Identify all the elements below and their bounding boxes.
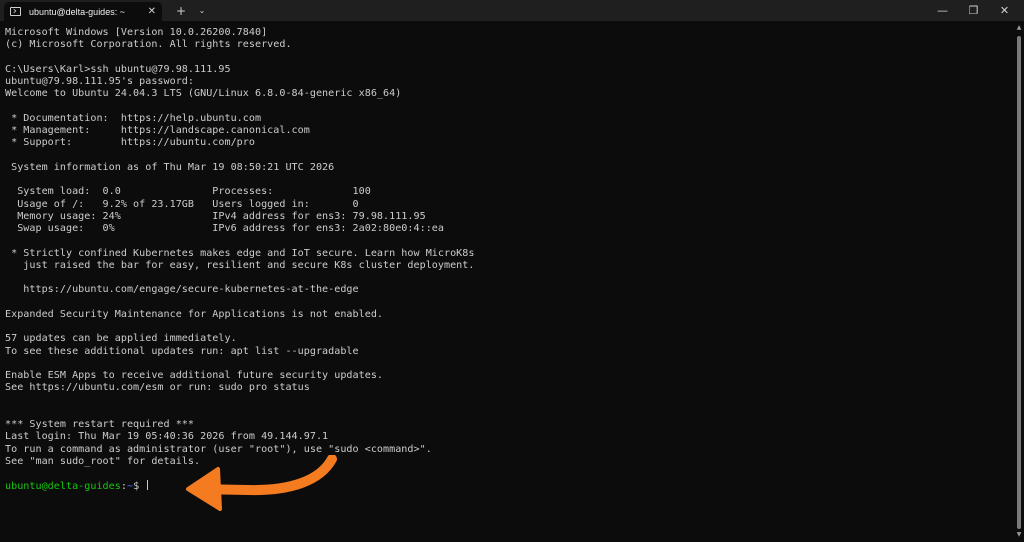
terminal-line: * Documentation: https://help.ubuntu.com bbox=[5, 112, 262, 124]
close-button[interactable]: ✕ bbox=[989, 0, 1020, 21]
terminal-output[interactable]: Microsoft Windows [Version 10.0.26200.78… bbox=[5, 27, 1013, 493]
terminal-line: System information as of Thu Mar 19 08:5… bbox=[5, 161, 335, 173]
terminal-line: *** System restart required *** bbox=[5, 419, 195, 430]
terminal-line: Swap usage: 0% IPv6 address for ens3: 2a… bbox=[5, 223, 444, 234]
terminal-line: Welcome to Ubuntu 24.04.3 LTS (GNU/Linux… bbox=[5, 88, 402, 100]
terminal-line: * Support: https://ubuntu.com/pro bbox=[5, 137, 255, 149]
terminal-icon bbox=[10, 7, 21, 16]
chevron-down-icon[interactable]: ⌄ bbox=[194, 0, 210, 21]
terminal-line: Memory usage: 24% IPv4 address for ens3:… bbox=[5, 210, 426, 222]
terminal-tab[interactable]: ubuntu@delta-guides: ~ ✕ bbox=[4, 2, 162, 21]
terminal-line: C:\Users\Karl>ssh ubuntu@79.98.111.95 bbox=[5, 63, 231, 75]
terminal-line: * Management: https://landscape.canonica… bbox=[5, 125, 310, 136]
terminal-line: * Strictly confined Kubernetes makes edg… bbox=[5, 247, 475, 259]
minimize-button[interactable]: — bbox=[927, 0, 958, 21]
scroll-up-icon[interactable]: ▲ bbox=[1016, 24, 1022, 32]
tab-title: ubuntu@delta-guides: ~ bbox=[29, 6, 125, 17]
scroll-down-icon[interactable]: ▼ bbox=[1016, 531, 1022, 539]
terminal-line: Enable ESM Apps to receive additional fu… bbox=[5, 370, 384, 381]
scrollbar[interactable]: ▲ ▼ bbox=[1016, 24, 1022, 539]
terminal-line: System load: 0.0 Processes: 100 bbox=[5, 186, 371, 198]
title-bar: ubuntu@delta-guides: ~ ✕ + ⌄ — ❐ ✕ bbox=[0, 0, 1024, 21]
terminal-line: https://ubuntu.com/engage/secure-kuberne… bbox=[5, 284, 359, 296]
new-tab-button[interactable]: + bbox=[168, 0, 194, 21]
terminal-line: Expanded Security Maintenance for Applic… bbox=[5, 308, 384, 320]
terminal-line: (c) Microsoft Corporation. All rights re… bbox=[5, 39, 292, 51]
terminal-line: just raised the bar for easy, resilient … bbox=[5, 259, 475, 271]
terminal-line: Microsoft Windows [Version 10.0.26200.78… bbox=[5, 27, 268, 38]
terminal-line: To see these additional updates run: apt… bbox=[5, 345, 359, 357]
terminal-line: To run a command as administrator (user … bbox=[5, 443, 432, 455]
prompt-user-host: ubuntu@delta-guides bbox=[5, 481, 121, 493]
terminal-line: Last login: Thu Mar 19 05:40:36 2026 fro… bbox=[5, 431, 329, 443]
arrow-pointing-left-icon bbox=[186, 455, 337, 511]
tab-close-icon[interactable]: ✕ bbox=[148, 6, 156, 17]
terminal-line: ubuntu@79.98.111.95's password: bbox=[5, 76, 195, 87]
maximize-button[interactable]: ❐ bbox=[958, 0, 989, 21]
terminal-line: See https://ubuntu.com/esm or run: sudo … bbox=[5, 382, 310, 394]
terminal-line: 57 updates can be applied immediately. bbox=[5, 333, 237, 345]
terminal-line: Usage of /: 9.2% of 23.17GB Users logged… bbox=[5, 198, 359, 210]
scrollbar-thumb[interactable] bbox=[1017, 36, 1021, 529]
title-bar-drag-area[interactable] bbox=[210, 0, 927, 21]
